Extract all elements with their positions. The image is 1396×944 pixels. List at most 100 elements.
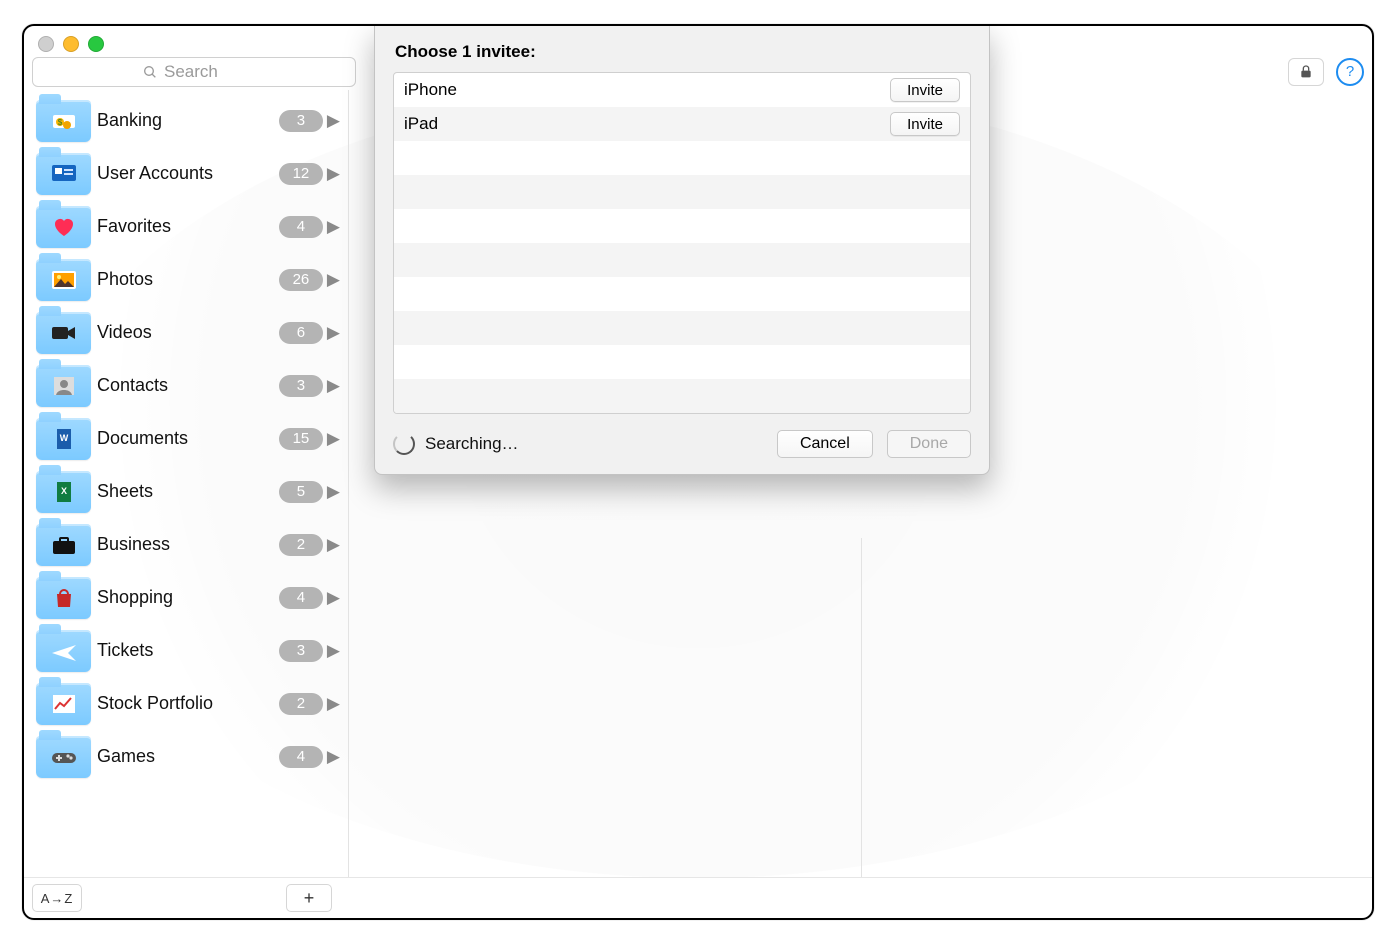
sidebar-item-user-accounts[interactable]: User Accounts12▶ <box>24 147 348 200</box>
chevron-right-icon: ▶ <box>327 270 340 290</box>
folder-icon: $ <box>36 97 91 145</box>
search-field[interactable] <box>32 57 356 87</box>
sidebar-item-label: Videos <box>97 322 279 343</box>
add-button[interactable]: + <box>286 884 332 912</box>
search-icon <box>142 64 158 80</box>
chevron-right-icon: ▶ <box>327 482 340 502</box>
invitee-row <box>394 175 970 209</box>
sidebar-item-stock-portfolio[interactable]: Stock Portfolio2▶ <box>24 677 348 730</box>
sidebar-item-label: Documents <box>97 428 279 449</box>
invitee-row <box>394 243 970 277</box>
count-badge: 2 <box>279 693 323 715</box>
sidebar-item-business[interactable]: Business2▶ <box>24 518 348 571</box>
lock-button[interactable] <box>1288 58 1324 86</box>
sidebar-item-sheets[interactable]: X Sheets5▶ <box>24 465 348 518</box>
chevron-right-icon: ▶ <box>327 588 340 608</box>
count-badge: 26 <box>279 269 323 291</box>
cancel-button[interactable]: Cancel <box>777 430 873 458</box>
sidebar-item-photos[interactable]: Photos26▶ <box>24 253 348 306</box>
folder-icon <box>36 627 91 675</box>
chevron-right-icon: ▶ <box>327 641 340 661</box>
help-button[interactable]: ? <box>1336 58 1364 86</box>
count-badge: 5 <box>279 481 323 503</box>
chevron-right-icon: ▶ <box>327 323 340 343</box>
chevron-right-icon: ▶ <box>327 429 340 449</box>
sidebar-item-label: Stock Portfolio <box>97 693 279 714</box>
sidebar-item-banking[interactable]: $ Banking3▶ <box>24 94 348 147</box>
chevron-right-icon: ▶ <box>327 111 340 131</box>
window-controls <box>38 36 104 52</box>
sidebar-item-shopping[interactable]: Shopping4▶ <box>24 571 348 624</box>
zoom-window-button[interactable] <box>88 36 104 52</box>
search-input[interactable] <box>162 61 246 83</box>
sidebar-item-label: Business <box>97 534 279 555</box>
count-badge: 4 <box>279 216 323 238</box>
count-badge: 15 <box>279 428 323 450</box>
minimize-window-button[interactable] <box>63 36 79 52</box>
folder-icon <box>36 733 91 781</box>
invitee-row <box>394 345 970 379</box>
close-window-button[interactable] <box>38 36 54 52</box>
sidebar-item-label: Photos <box>97 269 279 290</box>
svg-text:W: W <box>59 433 68 443</box>
invitee-row <box>394 277 970 311</box>
invitee-row[interactable]: iPadInvite <box>394 107 970 141</box>
sidebar-item-contacts[interactable]: Contacts3▶ <box>24 359 348 412</box>
sidebar-item-favorites[interactable]: Favorites4▶ <box>24 200 348 253</box>
count-badge: 3 <box>279 640 323 662</box>
lock-icon <box>1298 64 1314 80</box>
vertical-divider <box>861 538 862 878</box>
invite-button[interactable]: Invite <box>890 112 960 136</box>
count-badge: 2 <box>279 534 323 556</box>
sidebar-item-documents[interactable]: W Documents15▶ <box>24 412 348 465</box>
sidebar-item-label: Contacts <box>97 375 279 396</box>
svg-text:$: $ <box>57 118 62 127</box>
invitee-row <box>394 141 970 175</box>
count-badge: 12 <box>279 163 323 185</box>
sheet-title: Choose 1 invitee: <box>395 42 971 62</box>
chevron-right-icon: ▶ <box>327 376 340 396</box>
invite-sheet: Choose 1 invitee: iPhoneInviteiPadInvite… <box>374 24 990 475</box>
sidebar-item-tickets[interactable]: Tickets3▶ <box>24 624 348 677</box>
sidebar-item-label: User Accounts <box>97 163 279 184</box>
chevron-right-icon: ▶ <box>327 535 340 555</box>
sidebar-item-label: Sheets <box>97 481 279 502</box>
folder-icon <box>36 574 91 622</box>
folder-icon <box>36 362 91 410</box>
folder-icon <box>36 256 91 304</box>
sidebar-item-label: Shopping <box>97 587 279 608</box>
invitee-row[interactable]: iPhoneInvite <box>394 73 970 107</box>
count-badge: 4 <box>279 587 323 609</box>
folder-icon: X <box>36 468 91 516</box>
count-badge: 3 <box>279 110 323 132</box>
sidebar: $Banking3▶User Accounts12▶Favorites4▶Pho… <box>24 90 349 878</box>
count-badge: 6 <box>279 322 323 344</box>
folder-icon <box>36 309 91 357</box>
chevron-right-icon: ▶ <box>327 694 340 714</box>
footer-bar: A→Z + <box>24 877 1372 918</box>
sidebar-item-label: Tickets <box>97 640 279 661</box>
app-window: ? $Banking3▶User Accounts12▶Favorites4▶P… <box>22 24 1374 920</box>
folder-icon <box>36 203 91 251</box>
folder-icon <box>36 680 91 728</box>
chevron-right-icon: ▶ <box>327 164 340 184</box>
svg-text:X: X <box>60 486 66 496</box>
invitee-row <box>394 379 970 413</box>
sidebar-item-label: Favorites <box>97 216 279 237</box>
sort-az-button[interactable]: A→Z <box>32 884 82 912</box>
sidebar-item-games[interactable]: Games4▶ <box>24 730 348 783</box>
invitee-row <box>394 209 970 243</box>
done-button[interactable]: Done <box>887 430 971 458</box>
device-name: iPhone <box>404 80 890 100</box>
invitee-list: iPhoneInviteiPadInvite <box>393 72 971 414</box>
spinner-icon <box>393 433 415 455</box>
count-badge: 4 <box>279 746 323 768</box>
folder-icon <box>36 150 91 198</box>
search-status: Searching… <box>425 434 763 454</box>
invite-button[interactable]: Invite <box>890 78 960 102</box>
count-badge: 3 <box>279 375 323 397</box>
sidebar-item-label: Games <box>97 746 279 767</box>
invitee-row <box>394 311 970 345</box>
sidebar-item-label: Banking <box>97 110 279 131</box>
sidebar-item-videos[interactable]: Videos6▶ <box>24 306 348 359</box>
